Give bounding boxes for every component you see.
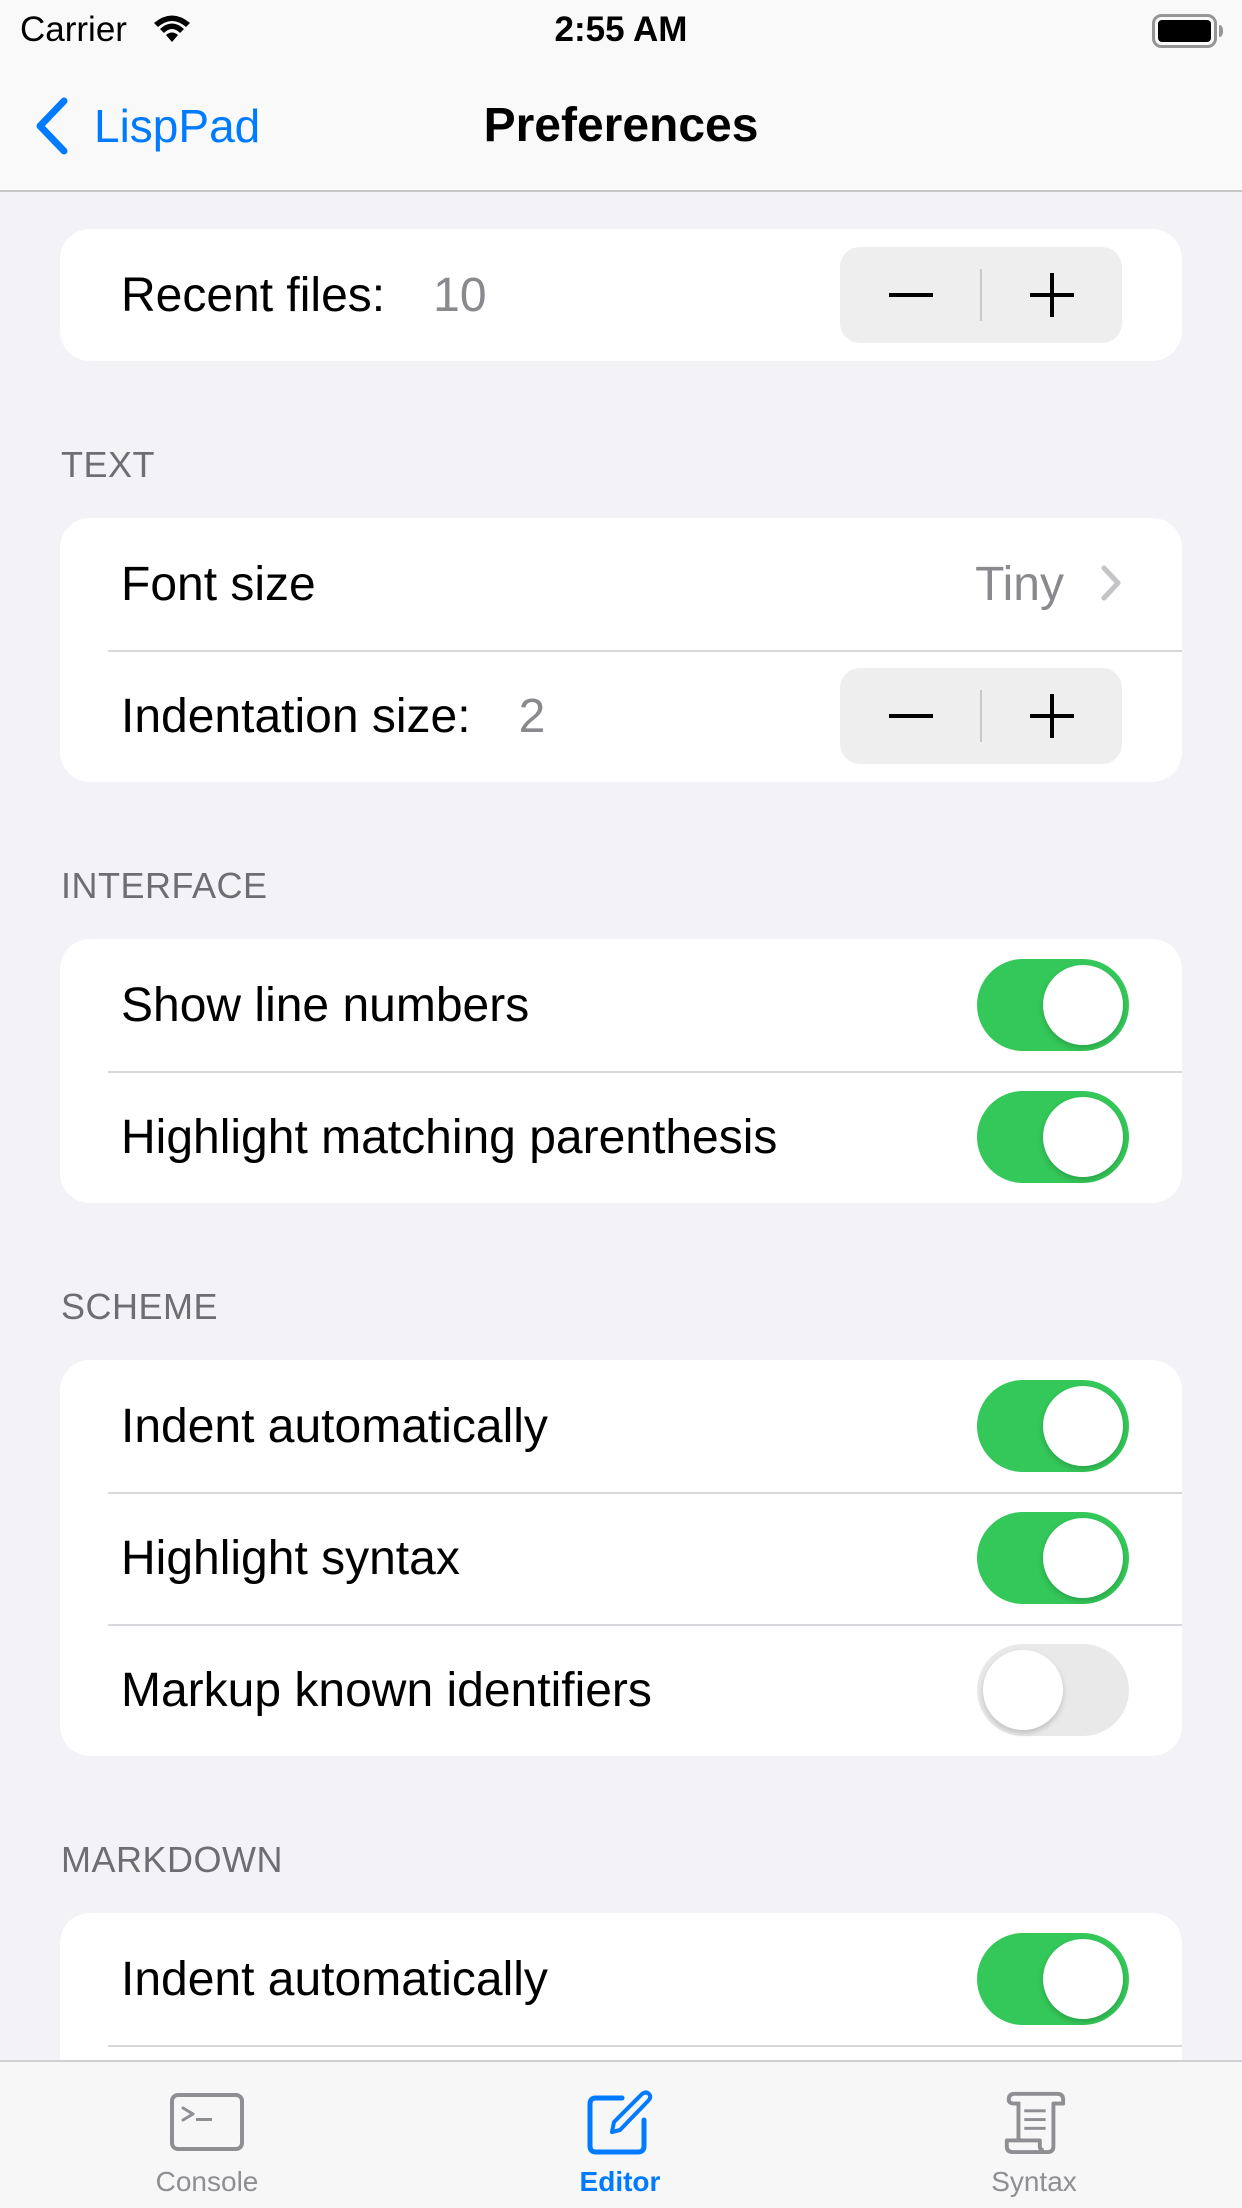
indentation-size-value: 2: [518, 689, 546, 743]
show-line-numbers-toggle[interactable]: [977, 959, 1129, 1051]
indentation-size-stepper[interactable]: [840, 668, 1122, 764]
text-card: Font size Tiny Indentation size: 2: [60, 518, 1182, 782]
status-bar: Carrier 2:55 AM: [0, 0, 1242, 62]
markdown-indent-row: Indent automatically: [60, 1913, 1182, 2045]
highlight-syntax-toggle[interactable]: [977, 1512, 1129, 1604]
interface-card: Show line numbers Highlight matching par…: [60, 939, 1182, 1203]
increment-button[interactable]: [981, 247, 1122, 343]
indentation-size-row: Indentation size: 2: [60, 650, 1182, 782]
stepper-divider: [980, 690, 982, 742]
markup-identifiers-toggle[interactable]: [977, 1644, 1129, 1736]
stepper-divider: [980, 269, 982, 321]
section-header-scheme: SCHEME: [61, 1286, 219, 1327]
markdown-indent-toggle[interactable]: [977, 1933, 1129, 2025]
highlight-syntax-row: Highlight syntax: [60, 1492, 1182, 1624]
page-title: Preferences: [483, 99, 759, 152]
toggle-label: Show line numbers: [121, 978, 530, 1032]
toggle-label: Indent automatically: [121, 1952, 548, 2006]
tab-label: Editor: [579, 2166, 661, 2197]
toggle-knob: [1043, 965, 1123, 1045]
recent-files-label: Recent files:: [121, 268, 386, 322]
tab-syntax[interactable]: Syntax: [934, 2062, 1134, 2208]
markdown-card: Indent automatically: [60, 1913, 1182, 2060]
font-size-label: Font size: [121, 557, 316, 611]
toggle-knob: [1043, 1386, 1123, 1466]
section-header-markdown: MARKDOWN: [61, 1839, 283, 1880]
tab-label: Syntax: [991, 2166, 1077, 2197]
section-header-text: TEXT: [61, 444, 156, 485]
toggle-knob: [983, 1650, 1063, 1730]
highlight-parenthesis-toggle[interactable]: [977, 1091, 1129, 1183]
scheme-card: Indent automatically Highlight syntax Ma…: [60, 1360, 1182, 1756]
toggle-label: Highlight syntax: [121, 1531, 460, 1585]
font-size-value: Tiny: [975, 557, 1064, 611]
battery-icon: [1152, 14, 1224, 53]
toggle-knob: [1043, 1518, 1123, 1598]
recent-files-card: Recent files: 10: [60, 229, 1182, 361]
plus-icon: [1029, 273, 1074, 317]
scheme-indent-row: Indent automatically: [60, 1360, 1182, 1492]
tab-label: Console: [155, 2166, 259, 2197]
toggle-label: Indent automatically: [121, 1399, 548, 1453]
scheme-indent-toggle[interactable]: [977, 1380, 1129, 1472]
increment-button[interactable]: [981, 668, 1122, 764]
edit-icon: [587, 2090, 653, 2155]
row-separator: [108, 2045, 1182, 2047]
toggle-label: Markup known identifiers: [121, 1663, 652, 1717]
decrement-button[interactable]: [840, 668, 981, 764]
scroll-icon: [1004, 2091, 1066, 2155]
recent-files-value: 10: [433, 268, 487, 322]
plus-icon: [1029, 694, 1074, 738]
decrement-button[interactable]: [840, 247, 981, 343]
terminal-icon: [170, 2093, 244, 2151]
toggle-label: Highlight matching parenthesis: [121, 1110, 778, 1164]
markup-identifiers-row: Markup known identifiers: [60, 1624, 1182, 1756]
indentation-size-label: Indentation size:: [121, 689, 471, 743]
minus-icon: [888, 714, 933, 718]
chevron-right-icon: [1101, 565, 1121, 601]
minus-icon: [888, 293, 933, 297]
tab-bar: Console Editor Syntax: [0, 2060, 1242, 2208]
tab-console[interactable]: Console: [107, 2062, 307, 2208]
status-time: 2:55 AM: [554, 10, 688, 49]
tab-editor[interactable]: Editor: [520, 2062, 720, 2208]
navigation-bar: LispPad Preferences: [0, 62, 1242, 192]
highlight-parenthesis-row: Highlight matching parenthesis: [60, 1071, 1182, 1203]
recent-files-row: Recent files: 10: [60, 229, 1182, 361]
toggle-knob: [1043, 1939, 1123, 2019]
show-line-numbers-row: Show line numbers: [60, 939, 1182, 1071]
font-size-row[interactable]: Font size Tiny: [60, 518, 1182, 650]
recent-files-stepper[interactable]: [840, 247, 1122, 343]
toggle-knob: [1043, 1097, 1123, 1177]
section-header-interface: INTERFACE: [61, 865, 268, 906]
